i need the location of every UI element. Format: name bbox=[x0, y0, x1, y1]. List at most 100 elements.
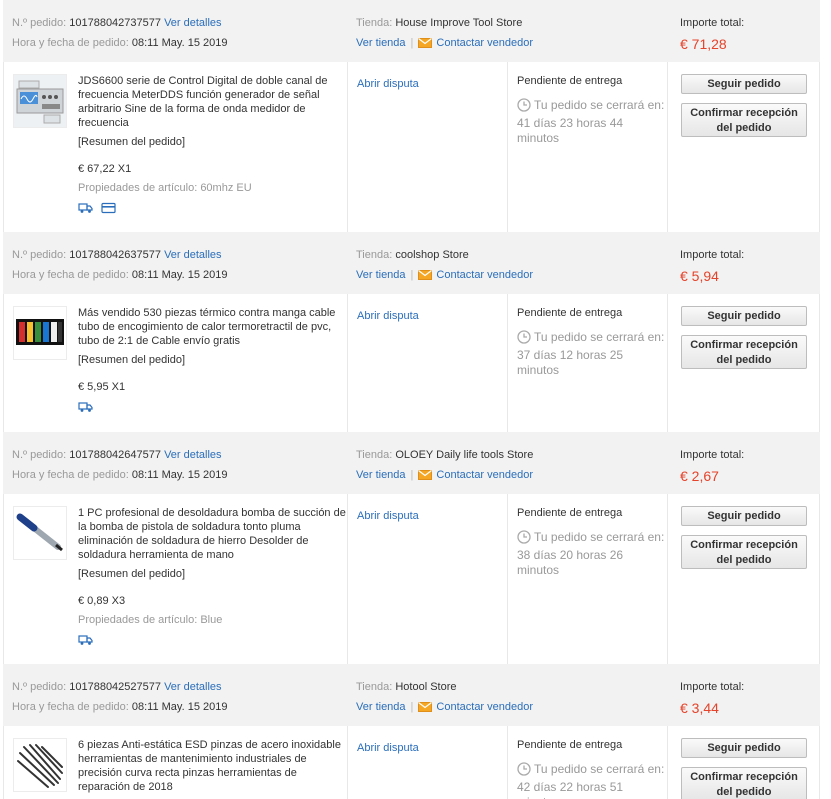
closing-text: Tu pedido se cerrará en: 42 días 22 hora… bbox=[517, 762, 665, 799]
dispute-cell: Abrir disputa bbox=[348, 62, 508, 232]
product-title[interactable]: Más vendido 530 piezas térmico contra ma… bbox=[78, 306, 346, 348]
order-status: Pendiente de entrega bbox=[517, 75, 623, 87]
order-number-row: N.º pedido: 101788042737577 Ver detalles bbox=[12, 13, 227, 33]
open-dispute-link[interactable]: Abrir disputa bbox=[357, 742, 419, 754]
store-links-row: Ver tienda | Contactar vendedor bbox=[356, 265, 533, 287]
order-summary-link[interactable]: [Resumen del pedido] bbox=[78, 567, 346, 581]
contact-seller-link[interactable]: Contactar vendedor bbox=[436, 37, 533, 49]
product-title[interactable]: 1 PC profesional de desoldadura bomba de… bbox=[78, 506, 346, 562]
price-quantity: € 67,22 X1 bbox=[78, 163, 132, 175]
clock-icon bbox=[517, 530, 531, 548]
store-row: Tienda: OLOEY Daily life tools Store bbox=[356, 445, 533, 465]
status-cell: Pendiente de entrega Tu pedido se cerrará… bbox=[508, 294, 668, 432]
order-date: 08:11 May. 15 2019 bbox=[131, 701, 228, 713]
shipping-icon[interactable] bbox=[78, 634, 93, 649]
contact-seller-link[interactable]: Contactar vendedor bbox=[436, 269, 533, 281]
product-cell: 6 piezas Anti-estática ESD pinzas de ace… bbox=[4, 726, 348, 799]
open-dispute-link[interactable]: Abrir disputa bbox=[357, 310, 419, 322]
order-total: Importe total: € 71,28 bbox=[680, 13, 744, 55]
order-summary-link[interactable]: [Resumen del pedido] bbox=[78, 353, 346, 367]
view-store-link[interactable]: Ver tienda bbox=[356, 37, 406, 49]
order-date-label: Hora y fecha de pedido: bbox=[12, 469, 129, 481]
confirm-receipt-button[interactable]: Confirmar recepción del pedido bbox=[681, 335, 807, 369]
store-label: Tienda: bbox=[356, 249, 393, 261]
view-details-link[interactable]: Ver detalles bbox=[164, 17, 221, 29]
signal-generator-icon[interactable] bbox=[13, 74, 67, 128]
confirm-receipt-button[interactable]: Confirmar recepción del pedido bbox=[681, 103, 807, 137]
view-details-link[interactable]: Ver detalles bbox=[164, 249, 221, 261]
order-body: 6 piezas Anti-estática ESD pinzas de ace… bbox=[3, 726, 820, 799]
product-title[interactable]: 6 piezas Anti-estática ESD pinzas de ace… bbox=[78, 738, 346, 794]
open-dispute-link[interactable]: Abrir disputa bbox=[357, 510, 419, 522]
order-summary-link[interactable]: [Resumen del pedido] bbox=[78, 135, 346, 149]
contact-seller-link[interactable]: Contactar vendedor bbox=[436, 701, 533, 713]
order-header: N.º pedido: 101788042637577 Ver detalles… bbox=[3, 232, 820, 294]
contact-seller-link[interactable]: Contactar vendedor bbox=[436, 469, 533, 481]
price-quantity: € 0,89 X3 bbox=[78, 595, 126, 607]
link-separator: | bbox=[410, 469, 414, 481]
card-icon[interactable] bbox=[101, 202, 116, 217]
status-cell: Pendiente de entrega Tu pedido se cerrará… bbox=[508, 494, 668, 664]
closing-countdown: Tu pedido se cerrará en: 41 días 23 hora… bbox=[517, 98, 667, 146]
link-separator: | bbox=[410, 37, 414, 49]
order-total: Importe total: € 3,44 bbox=[680, 677, 744, 719]
order-info: N.º pedido: 101788042737577 Ver detalles… bbox=[12, 13, 227, 53]
order-total: Importe total: € 5,94 bbox=[680, 245, 744, 287]
service-icons bbox=[78, 202, 346, 217]
confirm-receipt-button[interactable]: Confirmar recepción del pedido bbox=[681, 535, 807, 569]
shipping-icon[interactable] bbox=[78, 401, 93, 416]
order-date-row: Hora y fecha de pedido: 08:11 May. 15 20… bbox=[12, 265, 227, 285]
order-date-label: Hora y fecha de pedido: bbox=[12, 269, 129, 281]
order-number-label: N.º pedido: bbox=[12, 681, 67, 693]
closing-text: Tu pedido se cerrará en: 37 días 12 hora… bbox=[517, 330, 665, 377]
order-info: N.º pedido: 101788042527577 Ver detalles… bbox=[12, 677, 227, 717]
view-details-link[interactable]: Ver detalles bbox=[164, 681, 221, 693]
store-label: Tienda: bbox=[356, 17, 393, 29]
order-header: N.º pedido: 101788042647577 Ver detalles… bbox=[3, 432, 820, 494]
product-info: 6 piezas Anti-estática ESD pinzas de ace… bbox=[78, 738, 346, 799]
confirm-receipt-button[interactable]: Confirmar recepción del pedido bbox=[681, 767, 807, 799]
order-body: 1 PC profesional de desoldadura bomba de… bbox=[3, 494, 820, 664]
properties-label: Propiedades de artículo: bbox=[78, 182, 198, 194]
store-links-row: Ver tienda | Contactar vendedor bbox=[356, 465, 533, 487]
total-label: Importe total: bbox=[680, 249, 745, 261]
heat-shrink-tubes-icon[interactable] bbox=[13, 306, 67, 360]
view-details-link[interactable]: Ver detalles bbox=[164, 449, 221, 461]
track-order-button[interactable]: Seguir pedido bbox=[681, 74, 807, 94]
order-date-label: Hora y fecha de pedido: bbox=[12, 37, 129, 49]
product-info: Más vendido 530 piezas térmico contra ma… bbox=[78, 306, 346, 432]
order-status: Pendiente de entrega bbox=[517, 739, 623, 751]
actions-cell: Seguir pedido Confirmar recepción del ped… bbox=[668, 494, 819, 664]
clock-icon bbox=[517, 762, 531, 780]
product-title[interactable]: JDS6600 serie de Control Digital de dobl… bbox=[78, 74, 346, 130]
view-store-link[interactable]: Ver tienda bbox=[356, 469, 406, 481]
order-number: 101788042637577 bbox=[69, 249, 161, 261]
product-info: JDS6600 serie de Control Digital de dobl… bbox=[78, 74, 346, 232]
store-info: Tienda: OLOEY Daily life tools Store Ver … bbox=[356, 445, 533, 487]
track-order-button[interactable]: Seguir pedido bbox=[681, 506, 807, 526]
total-label: Importe total: bbox=[680, 449, 745, 461]
track-order-button[interactable]: Seguir pedido bbox=[681, 306, 807, 326]
dispute-cell: Abrir disputa bbox=[348, 726, 508, 799]
view-store-link[interactable]: Ver tienda bbox=[356, 701, 406, 713]
actions-cell: Seguir pedido Confirmar recepción del ped… bbox=[668, 726, 819, 799]
order-header: N.º pedido: 101788042737577 Ver detalles… bbox=[3, 0, 820, 62]
clock-icon bbox=[517, 98, 531, 116]
order-date-row: Hora y fecha de pedido: 08:11 May. 15 20… bbox=[12, 465, 227, 485]
actions-cell: Seguir pedido Confirmar recepción del ped… bbox=[668, 62, 819, 232]
clock-icon bbox=[517, 330, 531, 348]
track-order-button[interactable]: Seguir pedido bbox=[681, 738, 807, 758]
view-store-link[interactable]: Ver tienda bbox=[356, 269, 406, 281]
open-dispute-link[interactable]: Abrir disputa bbox=[357, 78, 419, 90]
mail-icon bbox=[418, 35, 433, 55]
shipping-icon[interactable] bbox=[78, 202, 93, 217]
store-label: Tienda: bbox=[356, 681, 393, 693]
store-name: coolshop Store bbox=[395, 249, 469, 261]
tweezers-icon[interactable] bbox=[13, 738, 67, 792]
order-number-row: N.º pedido: 101788042647577 Ver detalles bbox=[12, 445, 227, 465]
order-status: Pendiente de entrega bbox=[517, 307, 623, 319]
store-links-row: Ver tienda | Contactar vendedor bbox=[356, 33, 533, 55]
product-cell: Más vendido 530 piezas térmico contra ma… bbox=[4, 294, 348, 432]
desolder-pump-icon[interactable] bbox=[13, 506, 67, 560]
order-info: N.º pedido: 101788042647577 Ver detalles… bbox=[12, 445, 227, 485]
